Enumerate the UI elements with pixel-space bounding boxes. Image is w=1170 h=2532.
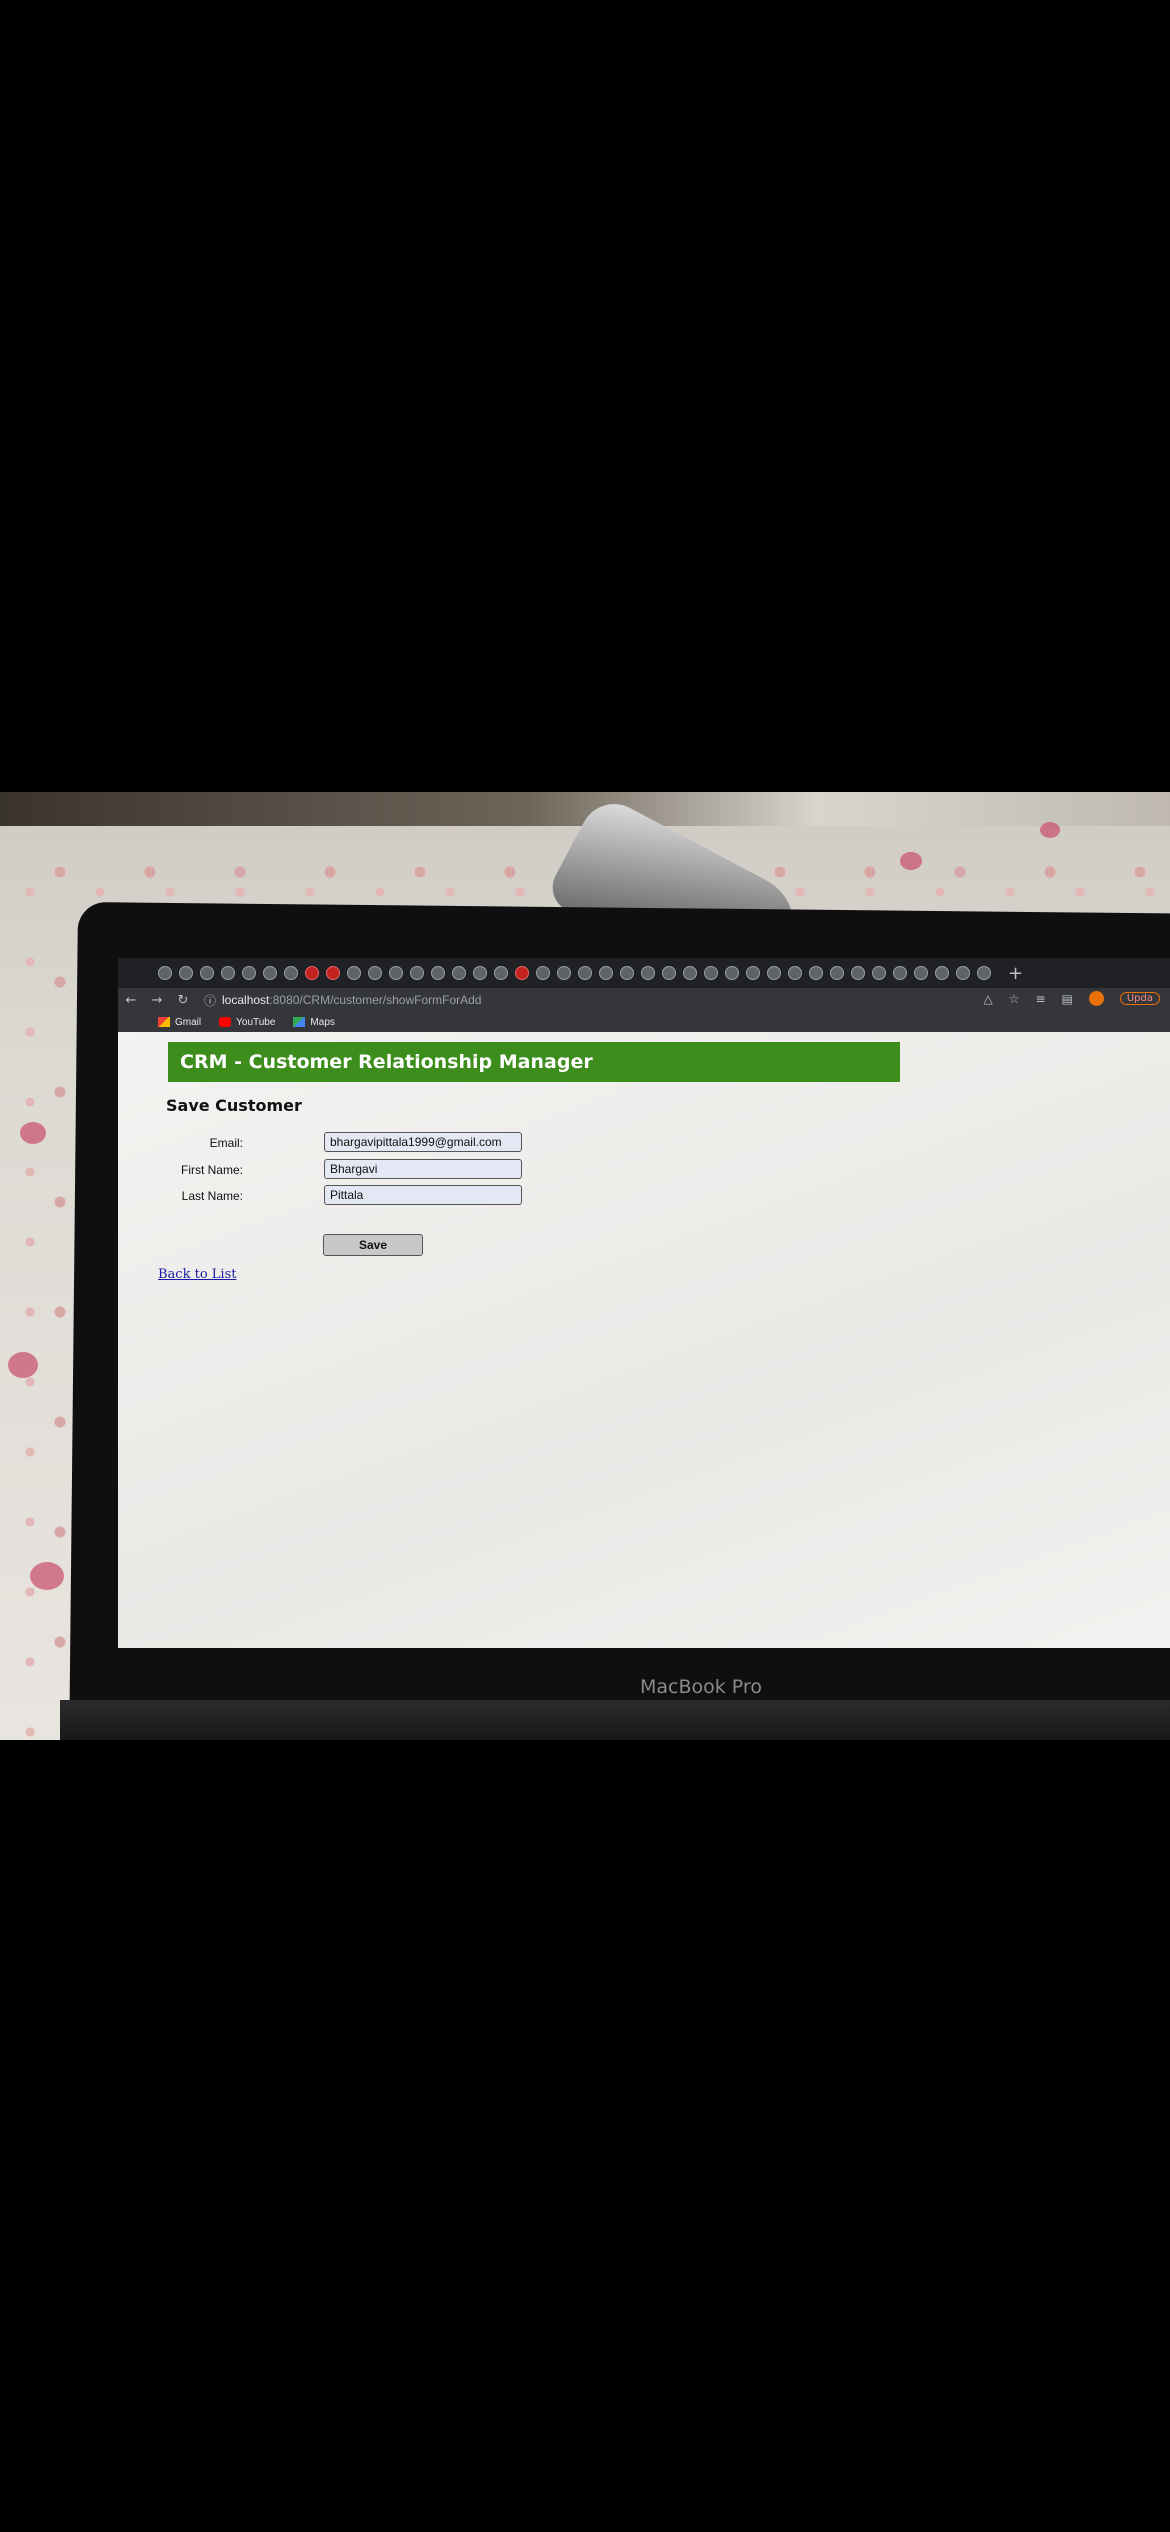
url-path: :8080/CRM/customer/showFormForAdd xyxy=(269,993,482,1007)
reading-list-icon[interactable]: ≡ xyxy=(1035,992,1045,1006)
tab-favicon[interactable] xyxy=(620,966,634,980)
tab-favicon[interactable] xyxy=(746,966,760,980)
reload-icon[interactable]: ↻ xyxy=(170,993,196,1008)
address-bar[interactable]: ⓘ localhost:8080/CRM/customer/showFormFo… xyxy=(204,992,481,1009)
email-field[interactable] xyxy=(324,1132,522,1152)
tab-favicon[interactable] xyxy=(347,966,361,980)
tab-favicon[interactable] xyxy=(641,966,655,980)
profile-avatar[interactable] xyxy=(1088,991,1104,1006)
tab-favicon[interactable] xyxy=(473,966,487,980)
tab-favicon[interactable] xyxy=(683,966,697,980)
tab-favicon[interactable] xyxy=(704,966,718,980)
tab-favicon[interactable] xyxy=(725,966,739,980)
tab-favicon[interactable] xyxy=(410,966,424,980)
tab-favicon[interactable] xyxy=(368,966,382,980)
tab-favicon[interactable] xyxy=(326,966,340,980)
gmail-icon xyxy=(158,1017,170,1027)
bookmark-gmail[interactable]: Gmail xyxy=(158,1017,201,1028)
youtube-icon xyxy=(219,1017,232,1027)
web-page: CRM - Customer Relationship Manager Save… xyxy=(118,1032,1170,1648)
first-name-field[interactable] xyxy=(324,1159,522,1179)
save-button[interactable]: Save xyxy=(323,1234,423,1256)
tab-favicon[interactable] xyxy=(914,966,928,980)
email-row: Email: xyxy=(118,1132,718,1156)
tab-favicon[interactable] xyxy=(284,966,298,980)
bedsheet-flower xyxy=(900,852,922,870)
new-tab-button[interactable]: + xyxy=(1008,963,1023,984)
tab-favicon[interactable] xyxy=(977,966,991,980)
sidebar-icon[interactable]: ▤ xyxy=(1062,992,1073,1006)
last-name-label: Last Name: xyxy=(181,1189,243,1203)
bookmark-youtube[interactable]: YouTube xyxy=(219,1017,275,1028)
tab-favicon[interactable] xyxy=(767,966,781,980)
tab-favicon[interactable] xyxy=(179,966,193,980)
tab-favicon[interactable] xyxy=(788,966,802,980)
tab-favicon[interactable] xyxy=(578,966,592,980)
last-name-row: Last Name: xyxy=(118,1185,718,1209)
back-arrow-icon[interactable]: ← xyxy=(118,993,144,1008)
bedsheet-flower xyxy=(1040,822,1060,838)
forward-arrow-icon[interactable]: → xyxy=(144,993,170,1008)
browser-toolbar: ← → ↻ ⓘ localhost:8080/CRM/customer/show… xyxy=(118,988,1170,1012)
device-label: MacBook Pro xyxy=(640,1676,762,1698)
tab-favicon[interactable] xyxy=(830,966,844,980)
tab-favicon[interactable] xyxy=(536,966,550,980)
email-label: Email: xyxy=(209,1136,243,1150)
browser-tab-strip: + xyxy=(118,958,1170,988)
bookmark-label: Maps xyxy=(310,1016,335,1028)
tab-favicon[interactable] xyxy=(956,966,970,980)
last-name-field[interactable] xyxy=(324,1185,522,1205)
tab-favicon[interactable] xyxy=(557,966,571,980)
tab-favicon[interactable] xyxy=(200,966,214,980)
laptop-base xyxy=(60,1700,1170,1740)
tab-favicon[interactable] xyxy=(263,966,277,980)
tab-favicon[interactable] xyxy=(494,966,508,980)
tab-favicon[interactable] xyxy=(599,966,613,980)
first-name-row: First Name: xyxy=(118,1159,718,1183)
tab-favicon[interactable] xyxy=(662,966,676,980)
bedsheet-flower xyxy=(30,1562,64,1590)
tab-favicon[interactable] xyxy=(809,966,823,980)
tab-favicon[interactable] xyxy=(158,966,172,980)
page-title: Save Customer xyxy=(166,1096,302,1115)
tab-favicon[interactable] xyxy=(431,966,445,980)
tab-favicon[interactable] xyxy=(389,966,403,980)
tab-favicon[interactable] xyxy=(851,966,865,980)
tab-favicon[interactable] xyxy=(872,966,886,980)
tab-favicon[interactable] xyxy=(242,966,256,980)
bookmark-label: Gmail xyxy=(175,1016,202,1028)
update-button[interactable]: Upda xyxy=(1119,992,1160,1005)
tab-favicon[interactable] xyxy=(452,966,466,980)
tab-favicon[interactable] xyxy=(515,966,529,980)
bedsheet-flower xyxy=(8,1352,38,1378)
back-to-list-link[interactable]: Back to List xyxy=(158,1267,236,1282)
tab-favicon[interactable] xyxy=(893,966,907,980)
tab-favicon[interactable] xyxy=(221,966,235,980)
bookmark-label: YouTube xyxy=(236,1016,276,1028)
star-icon[interactable]: ☆ xyxy=(1009,992,1020,1006)
url-host: localhost xyxy=(222,993,270,1007)
bedsheet-flower xyxy=(20,1122,46,1144)
share-icon[interactable]: △ xyxy=(983,992,992,1006)
laptop-screen: + ← → ↻ ⓘ localhost:8080/CRM/customer/sh… xyxy=(118,958,1170,1648)
toolbar-actions: △ ☆ ≡ ▤ Upda xyxy=(983,991,1160,1006)
bookmarks-bar: Gmail YouTube Maps xyxy=(118,1012,1170,1032)
tab-favicon[interactable] xyxy=(305,966,319,980)
tab-favicon[interactable] xyxy=(935,966,949,980)
bookmark-maps[interactable]: Maps xyxy=(293,1016,335,1028)
info-icon[interactable]: ⓘ xyxy=(204,992,216,1009)
maps-icon xyxy=(293,1017,306,1027)
app-header: CRM - Customer Relationship Manager xyxy=(168,1042,900,1082)
first-name-label: First Name: xyxy=(180,1163,243,1177)
